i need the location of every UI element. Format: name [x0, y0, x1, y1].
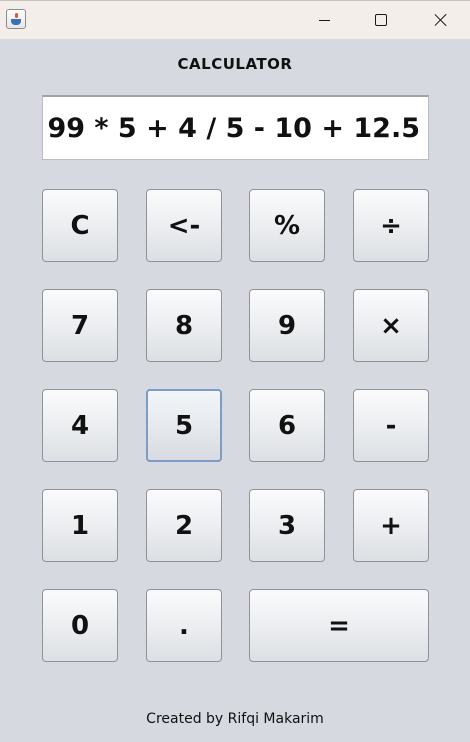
close-button[interactable]	[418, 1, 464, 39]
app-heading: CALCULATOR	[177, 55, 293, 73]
maximize-icon	[375, 14, 387, 26]
digit-3-button[interactable]: 3	[249, 489, 325, 562]
digit-4-button[interactable]: 4	[42, 389, 118, 462]
minimize-button[interactable]	[301, 1, 347, 39]
digit-1-button[interactable]: 1	[42, 489, 118, 562]
decimal-button[interactable]: .	[146, 589, 222, 662]
percent-button[interactable]: %	[249, 189, 325, 262]
divide-button[interactable]: ÷	[353, 189, 429, 262]
digit-9-button[interactable]: 9	[249, 289, 325, 362]
close-icon	[434, 13, 448, 27]
digit-0-button[interactable]: 0	[42, 589, 118, 662]
digit-8-button[interactable]: 8	[146, 289, 222, 362]
backspace-button[interactable]: <-	[146, 189, 222, 262]
digit-5-button[interactable]: 5	[146, 389, 222, 462]
digit-7-button[interactable]: 7	[42, 289, 118, 362]
maximize-button[interactable]	[358, 1, 404, 39]
minimize-icon	[318, 19, 330, 21]
digit-2-button[interactable]: 2	[146, 489, 222, 562]
display-text: 99 * 5 + 4 / 5 - 10 + 12.5	[47, 112, 420, 144]
subtract-button[interactable]: -	[353, 389, 429, 462]
multiply-button[interactable]: ×	[353, 289, 429, 362]
equals-button[interactable]: =	[249, 589, 429, 662]
java-icon[interactable]	[6, 9, 26, 29]
digit-6-button[interactable]: 6	[249, 389, 325, 462]
clear-button[interactable]: C	[42, 189, 118, 262]
title-bar	[0, 0, 470, 39]
footer-credit: Created by Rifqi Makarim	[146, 711, 324, 727]
expression-display: 99 * 5 + 4 / 5 - 10 + 12.5	[42, 95, 429, 160]
add-button[interactable]: +	[353, 489, 429, 562]
